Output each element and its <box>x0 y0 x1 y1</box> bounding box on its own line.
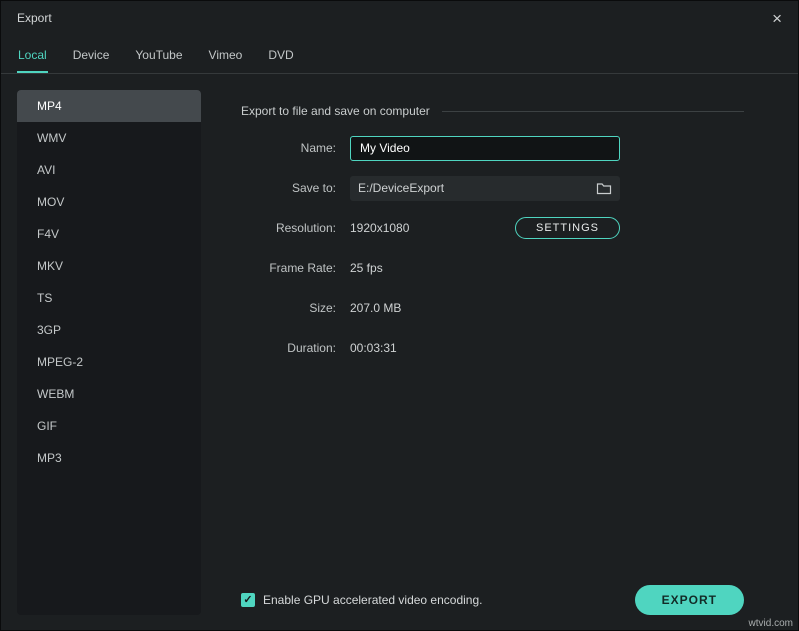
size-value: 207.0 MB <box>350 301 401 315</box>
name-input[interactable] <box>350 136 620 161</box>
tab-local[interactable]: Local <box>17 48 48 73</box>
size-row: Size: 207.0 MB <box>241 288 744 328</box>
format-item-mkv[interactable]: MKV <box>17 250 201 282</box>
resolution-row: Resolution: 1920x1080 SETTINGS <box>241 208 744 248</box>
saveto-label: Save to: <box>241 181 336 195</box>
duration-label: Duration: <box>241 341 336 355</box>
format-item-webm[interactable]: WEBM <box>17 378 201 410</box>
size-label: Size: <box>241 301 336 315</box>
format-item-3gp[interactable]: 3GP <box>17 314 201 346</box>
resolution-value: 1920x1080 <box>350 221 409 235</box>
tab-device[interactable]: Device <box>72 48 111 73</box>
export-button[interactable]: EXPORT <box>635 585 744 615</box>
gpu-encoding-label: Enable GPU accelerated video encoding. <box>263 593 482 607</box>
format-item-mov[interactable]: MOV <box>17 186 201 218</box>
name-row: Name: <box>241 128 744 168</box>
name-label: Name: <box>241 141 336 155</box>
format-item-mp4[interactable]: MP4 <box>17 90 201 122</box>
export-dialog: Export × Local Device YouTube Vimeo DVD … <box>0 0 799 631</box>
saveto-row: Save to: E:/DeviceExport <box>241 168 744 208</box>
footer-row: ✓ Enable GPU accelerated video encoding.… <box>241 585 744 615</box>
framerate-value: 25 fps <box>350 261 383 275</box>
duration-row: Duration: 00:03:31 <box>241 328 744 368</box>
section-heading-divider <box>442 111 744 112</box>
main-area: MP4 WMV AVI MOV F4V MKV TS 3GP MPEG-2 WE… <box>1 74 798 631</box>
format-item-avi[interactable]: AVI <box>17 154 201 186</box>
format-item-gif[interactable]: GIF <box>17 410 201 442</box>
export-settings-panel: Export to file and save on computer Name… <box>241 90 782 615</box>
tab-vimeo[interactable]: Vimeo <box>208 48 244 73</box>
format-item-wmv[interactable]: WMV <box>17 122 201 154</box>
export-tabs: Local Device YouTube Vimeo DVD <box>1 35 798 74</box>
format-list: MP4 WMV AVI MOV F4V MKV TS 3GP MPEG-2 WE… <box>17 90 201 615</box>
format-item-mp3[interactable]: MP3 <box>17 442 201 474</box>
dialog-title: Export <box>17 11 52 25</box>
section-heading: Export to file and save on computer <box>241 104 744 118</box>
framerate-label: Frame Rate: <box>241 261 336 275</box>
section-heading-text: Export to file and save on computer <box>241 104 430 118</box>
format-item-ts[interactable]: TS <box>17 282 201 314</box>
resolution-label: Resolution: <box>241 221 336 235</box>
format-item-f4v[interactable]: F4V <box>17 218 201 250</box>
close-icon[interactable]: × <box>772 10 782 27</box>
checkbox-checked-icon[interactable]: ✓ <box>241 593 255 607</box>
settings-button[interactable]: SETTINGS <box>515 217 620 239</box>
saveto-path-field[interactable]: E:/DeviceExport <box>350 176 620 201</box>
saveto-path-text: E:/DeviceExport <box>358 181 444 195</box>
duration-value: 00:03:31 <box>350 341 397 355</box>
gpu-encoding-checkbox-row[interactable]: ✓ Enable GPU accelerated video encoding. <box>241 593 482 607</box>
format-item-mpeg2[interactable]: MPEG-2 <box>17 346 201 378</box>
folder-browse-icon[interactable] <box>596 181 612 195</box>
title-bar: Export × <box>1 1 798 35</box>
tab-youtube[interactable]: YouTube <box>134 48 183 73</box>
watermark-text: wtvid.com <box>749 618 793 629</box>
framerate-row: Frame Rate: 25 fps <box>241 248 744 288</box>
tab-dvd[interactable]: DVD <box>267 48 294 73</box>
